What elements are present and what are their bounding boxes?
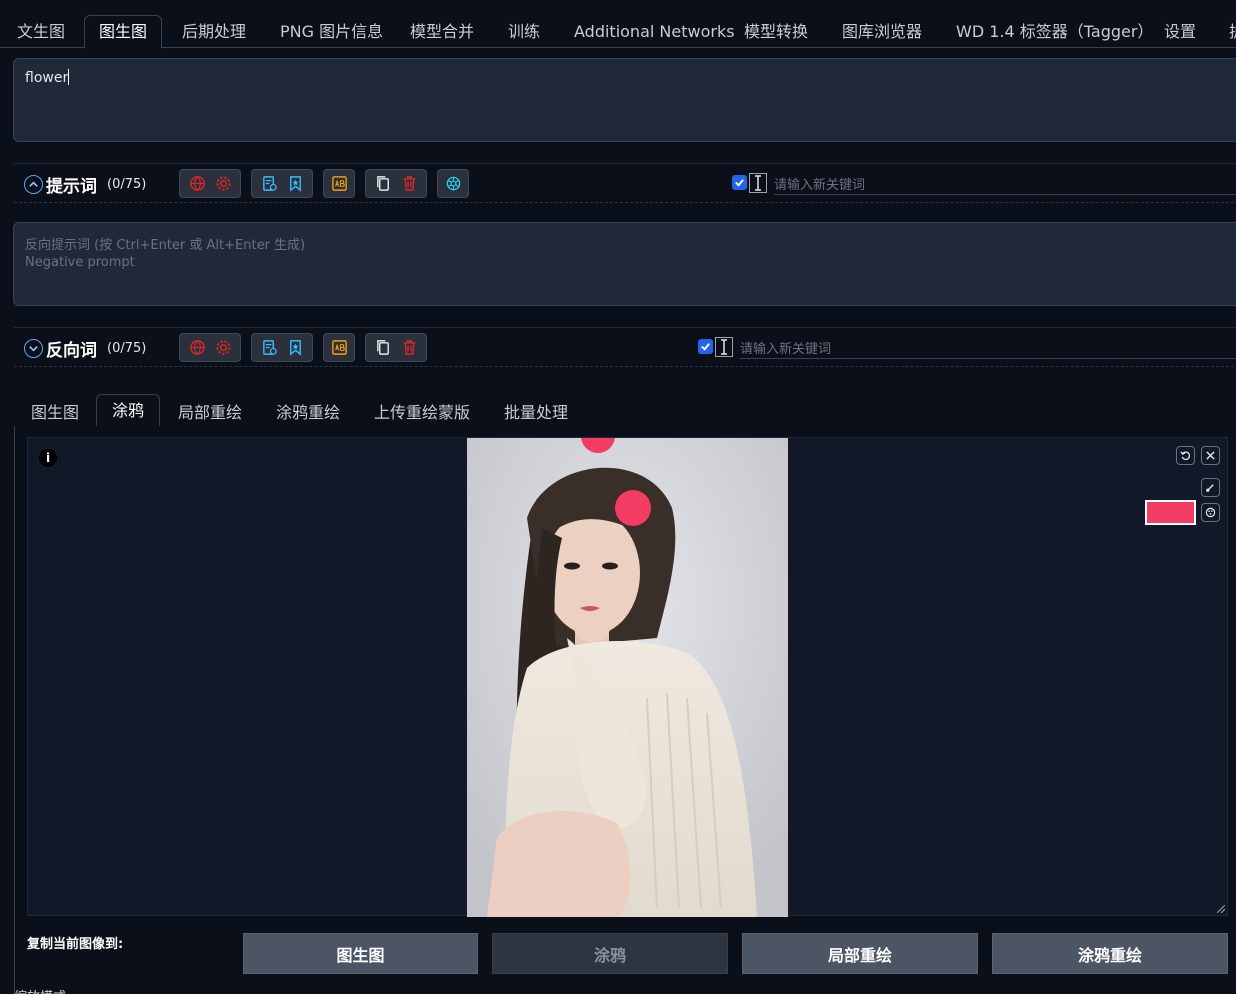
chevron-down-icon[interactable] xyxy=(24,338,43,358)
negative-clipboard-group xyxy=(365,333,427,362)
translate-group xyxy=(179,169,241,198)
brush-size-icon[interactable] xyxy=(1201,478,1220,497)
img2img-mode-tabs: 图生图 涂鸦 局部重绘 涂鸦重绘 上传重绘蒙版 批量处理 xyxy=(14,394,1236,427)
prompt-file-group xyxy=(251,169,313,198)
trash-icon[interactable] xyxy=(397,337,421,359)
tab-extensions[interactable]: 扩 xyxy=(1229,16,1236,48)
ab-swap-icon[interactable] xyxy=(328,337,350,359)
subtab-inpaint-upload[interactable]: 上传重绘蒙版 xyxy=(374,399,470,423)
prompt-toolbar: 提示词 (0/75) 请输入新关键词 xyxy=(14,163,1236,203)
subtab-inpaint-sketch[interactable]: 涂鸦重绘 xyxy=(276,399,340,423)
text-caret xyxy=(68,69,70,85)
ai-group xyxy=(437,169,469,198)
brush-color-swatch[interactable] xyxy=(1145,500,1196,525)
translate-globe-icon[interactable] xyxy=(185,173,209,195)
negative-keyword-enable-checkbox[interactable] xyxy=(698,339,713,354)
copy-to-sketch-button[interactable]: 涂鸦 xyxy=(492,933,728,974)
negative-prompt-textarea[interactable]: 反向提示词 (按 Ctrl+Enter 或 Alt+Enter 生成) Nega… xyxy=(13,222,1236,306)
negative-toolbar: 反向词 (0/75) 请输入新关键词 xyxy=(14,327,1236,367)
copy-to-inpaint-sketch-button[interactable]: 涂鸦重绘 xyxy=(992,933,1228,974)
copy-to-label: 复制当前图像到: xyxy=(27,937,124,952)
copy-to-inpaint-button[interactable]: 局部重绘 xyxy=(742,933,978,974)
info-icon[interactable]: i xyxy=(39,449,57,467)
main-tab-bar: 文生图 图生图 后期处理 PNG 图片信息 模型合并 训练 Additional… xyxy=(0,12,1236,49)
prompt-token-count: (0/75) xyxy=(107,176,147,192)
negative-placeholder-line1: 反向提示词 (按 Ctrl+Enter 或 Alt+Enter 生成) xyxy=(25,238,306,253)
tab-png-info[interactable]: PNG 图片信息 xyxy=(280,16,383,48)
tab-tagger[interactable]: WD 1.4 标签器（Tagger） xyxy=(956,16,1153,48)
negative-placeholder-line2: Negative prompt xyxy=(25,255,135,270)
trash-icon[interactable] xyxy=(397,173,421,195)
subtab-inpaint[interactable]: 局部重绘 xyxy=(178,399,242,423)
keyword-enable-checkbox[interactable] xyxy=(732,175,747,190)
tab-img2img[interactable]: 图生图 xyxy=(84,15,163,49)
prompt-toolbar-label: 提示词 xyxy=(46,176,97,197)
portrait-illustration xyxy=(467,438,788,917)
tab-checkpoint-merger[interactable]: 模型合并 xyxy=(410,16,474,48)
text-cursor-icon xyxy=(715,337,733,357)
keyword-input-placeholder: 请输入新关键词 xyxy=(774,178,866,193)
copy-icon[interactable] xyxy=(371,173,395,195)
prompt-keyword-input[interactable]: 请输入新关键词 xyxy=(774,171,1236,195)
prompt-textarea[interactable]: flower xyxy=(13,58,1236,142)
negative-keyword-input[interactable]: 请输入新关键词 xyxy=(740,335,1236,359)
subtab-batch[interactable]: 批量处理 xyxy=(504,399,568,423)
openai-icon[interactable] xyxy=(442,173,464,195)
swap-group xyxy=(323,169,355,198)
tab-model-converter[interactable]: 模型转换 xyxy=(744,16,808,48)
copy-to-img2img-button[interactable]: 图生图 xyxy=(243,933,478,974)
prompt-settings-file-icon[interactable] xyxy=(257,173,281,195)
undo-icon[interactable] xyxy=(1176,446,1195,465)
subtab-sketch[interactable]: 涂鸦 xyxy=(96,394,161,427)
negative-swap-group xyxy=(323,333,355,362)
gear-icon[interactable] xyxy=(211,337,235,359)
tab-txt2img[interactable]: 文生图 xyxy=(17,16,65,48)
prompt-settings-file-icon[interactable] xyxy=(257,337,281,359)
bookmark-icon[interactable] xyxy=(283,337,307,359)
color-palette-icon[interactable] xyxy=(1201,503,1220,522)
tab-additional-networks[interactable]: Additional Networks xyxy=(574,16,735,48)
sketch-canvas[interactable]: i xyxy=(27,437,1228,917)
keyword-input-placeholder: 请输入新关键词 xyxy=(740,342,832,357)
resize-handle-icon[interactable] xyxy=(1217,905,1225,913)
source-image[interactable] xyxy=(467,438,788,917)
gear-icon[interactable] xyxy=(211,173,235,195)
negative-token-count: (0/75) xyxy=(107,340,147,356)
tab-extras[interactable]: 后期处理 xyxy=(182,16,246,48)
subtab-img2img[interactable]: 图生图 xyxy=(31,399,79,423)
tab-train[interactable]: 训练 xyxy=(508,16,540,48)
ab-swap-icon[interactable] xyxy=(328,173,350,195)
chevron-up-icon[interactable] xyxy=(24,174,43,194)
brush-stroke xyxy=(615,490,651,526)
bookmark-icon[interactable] xyxy=(283,173,307,195)
prompt-text: flower xyxy=(25,70,69,86)
resize-mode-label: 缩放模式 xyxy=(14,986,66,994)
negative-file-group xyxy=(251,333,313,362)
translate-globe-icon[interactable] xyxy=(185,337,209,359)
text-cursor-icon xyxy=(749,173,767,193)
tab-settings[interactable]: 设置 xyxy=(1164,16,1196,48)
negative-toolbar-label: 反向词 xyxy=(46,340,97,361)
clipboard-group xyxy=(365,169,427,198)
negative-translate-group xyxy=(179,333,241,362)
copy-icon[interactable] xyxy=(371,337,395,359)
tab-image-browser[interactable]: 图库浏览器 xyxy=(842,16,922,48)
close-icon[interactable] xyxy=(1201,446,1220,465)
